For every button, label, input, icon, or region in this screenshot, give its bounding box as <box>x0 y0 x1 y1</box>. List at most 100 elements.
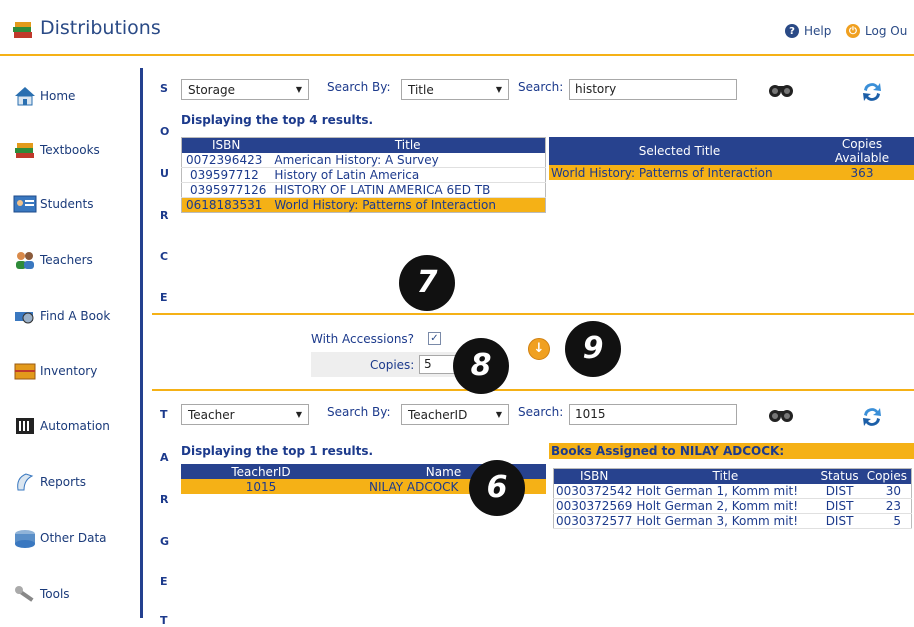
status-cell: DIST <box>816 483 863 499</box>
find-book-icon <box>15 312 34 324</box>
isbn-cell: 0030372542 <box>553 483 635 499</box>
target-search-by-value: TeacherID <box>408 407 468 422</box>
title-cell: Holt German 3, Komm mit! <box>634 513 817 529</box>
distribute-arrow-button[interactable]: ↓ <box>528 338 550 360</box>
column-header-title: Title <box>270 137 546 153</box>
target-letter: E <box>160 575 168 588</box>
column-header-title: Title <box>634 468 817 484</box>
inventory-icon <box>14 363 36 380</box>
teacherid-cell: 1015 <box>181 479 341 494</box>
sidebar-item-label: Reports <box>40 475 87 489</box>
source-search-by-select[interactable]: Title ▼ <box>401 79 509 100</box>
sidebar-item-inventory[interactable]: Inventory <box>12 359 97 383</box>
target-search-input[interactable]: 1015 <box>569 404 737 425</box>
other-data-icon <box>15 530 35 548</box>
table-row-selected[interactable]: 0618183531 World History: Patterns of Int… <box>181 197 546 213</box>
selected-title-cell: World History: Patterns of Interaction <box>549 165 810 180</box>
chevron-down-icon: ▼ <box>295 85 302 94</box>
sidebar-item-find-a-book[interactable]: Find A Book <box>12 304 110 328</box>
teachers-icon <box>16 252 34 269</box>
books-assigned-table: ISBN Title Status Copies 0030372542 Holt… <box>553 468 912 529</box>
isbn-cell: 0072396423 <box>181 152 271 168</box>
page-header: Distributions ? Help ⏻ Log Ou <box>0 0 914 56</box>
table-row-selected[interactable]: World History: Patterns of Interaction 3… <box>549 165 914 180</box>
page-title: Distributions <box>40 17 161 39</box>
chevron-down-icon: ▼ <box>495 85 502 94</box>
source-letter: U <box>160 167 169 180</box>
target-letter: G <box>160 535 170 548</box>
copies-cell: 5 <box>862 513 912 529</box>
source-letter: R <box>160 209 169 222</box>
sidebar-item-textbooks[interactable]: Textbooks <box>12 138 100 162</box>
source-search-by-value: Title <box>408 82 434 97</box>
source-results-table: ISBN Title 0072396423 American History: A… <box>181 137 546 213</box>
source-type-value: Storage <box>188 82 235 97</box>
table-row[interactable]: 0072396423 American History: A Survey <box>181 152 546 168</box>
logout-icon: ⏻ <box>846 24 860 38</box>
source-letter: S <box>160 82 168 95</box>
copies-cell: 30 <box>862 483 912 499</box>
logout-link[interactable]: ⏻ Log Ou <box>846 24 907 38</box>
target-display-text: Displaying the top 1 results. <box>181 444 374 458</box>
table-header: ISBN Title Status Copies <box>553 468 912 484</box>
books-assigned-header: Books Assigned to NILAY ADCOCK: <box>549 443 914 459</box>
automation-icon <box>16 418 34 434</box>
students-icon <box>13 195 37 213</box>
table-row[interactable]: 0030372542 Holt German 1, Komm mit! DIST… <box>553 483 912 499</box>
sidebar-item-students[interactable]: Students <box>12 192 94 216</box>
binoculars-icon[interactable] <box>767 81 795 99</box>
table-row[interactable]: 0030372577 Holt German 3, Komm mit! DIST… <box>553 513 912 529</box>
source-letter: O <box>160 125 170 138</box>
refresh-icon[interactable] <box>860 405 884 429</box>
column-header-isbn: ISBN <box>181 137 271 153</box>
target-type-select[interactable]: Teacher ▼ <box>181 404 309 425</box>
binoculars-icon[interactable] <box>767 406 795 424</box>
sidebar-item-label: Find A Book <box>40 309 111 323</box>
table-header: Selected Title Copies Available <box>549 137 914 165</box>
sidebar-item-label: Automation <box>40 419 110 433</box>
table-row[interactable]: 039597712 History of Latin America <box>181 167 546 183</box>
isbn-cell: 0395977126 <box>181 182 271 198</box>
source-search-input[interactable]: history <box>569 79 737 100</box>
column-header-selected-title: Selected Title <box>549 137 810 165</box>
help-link[interactable]: ? Help <box>785 24 831 38</box>
target-letter: T <box>160 408 168 421</box>
target-search-by-select[interactable]: TeacherID ▼ <box>401 404 509 425</box>
target-type-value: Teacher <box>188 407 235 422</box>
section-divider <box>152 389 914 391</box>
source-type-select[interactable]: Storage ▼ <box>181 79 309 100</box>
callout-badge-7: 7 <box>399 255 455 311</box>
sidebar-item-home[interactable]: Home <box>12 84 75 108</box>
isbn-cell: 0030372569 <box>553 498 635 514</box>
column-header-isbn: ISBN <box>553 468 635 484</box>
target-letter: R <box>160 493 169 506</box>
target-letter: A <box>160 451 169 464</box>
refresh-icon[interactable] <box>860 80 884 104</box>
target-search-label: Search: <box>518 405 564 419</box>
help-label: Help <box>804 24 832 38</box>
sidebar-item-label: Inventory <box>40 364 98 378</box>
chevron-down-icon: ▼ <box>295 410 302 419</box>
with-accessions-checkbox[interactable]: ✓ <box>428 332 441 345</box>
sidebar-item-label: Other Data <box>40 531 107 545</box>
help-icon: ? <box>785 24 799 38</box>
copies-label: Copies: <box>370 358 415 372</box>
column-header-copies: Copies <box>862 468 912 484</box>
sidebar-item-tools[interactable]: Tools <box>12 582 70 606</box>
table-header: ISBN Title <box>181 137 546 153</box>
sidebar-item-reports[interactable]: Reports <box>12 470 86 494</box>
sidebar-item-label: Students <box>40 197 94 211</box>
status-cell: DIST <box>816 498 863 514</box>
table-row[interactable]: 0030372569 Holt German 2, Komm mit! DIST… <box>553 498 912 514</box>
sidebar-item-label: Tools <box>40 587 70 601</box>
sidebar-item-other-data[interactable]: Other Data <box>12 526 107 550</box>
with-accessions-label: With Accessions? <box>311 332 415 346</box>
sidebar-item-automation[interactable]: Automation <box>12 414 110 438</box>
sidebar-item-teachers[interactable]: Teachers <box>12 248 93 272</box>
sidebar-item-label: Home <box>40 89 76 103</box>
textbooks-icon <box>15 143 34 158</box>
reports-icon <box>17 473 34 491</box>
source-search-by-label: Search By: <box>327 80 391 94</box>
table-row[interactable]: 0395977126 HISTORY OF LATIN AMERICA 6ED T… <box>181 182 546 198</box>
callout-badge-6: 6 <box>469 460 525 516</box>
